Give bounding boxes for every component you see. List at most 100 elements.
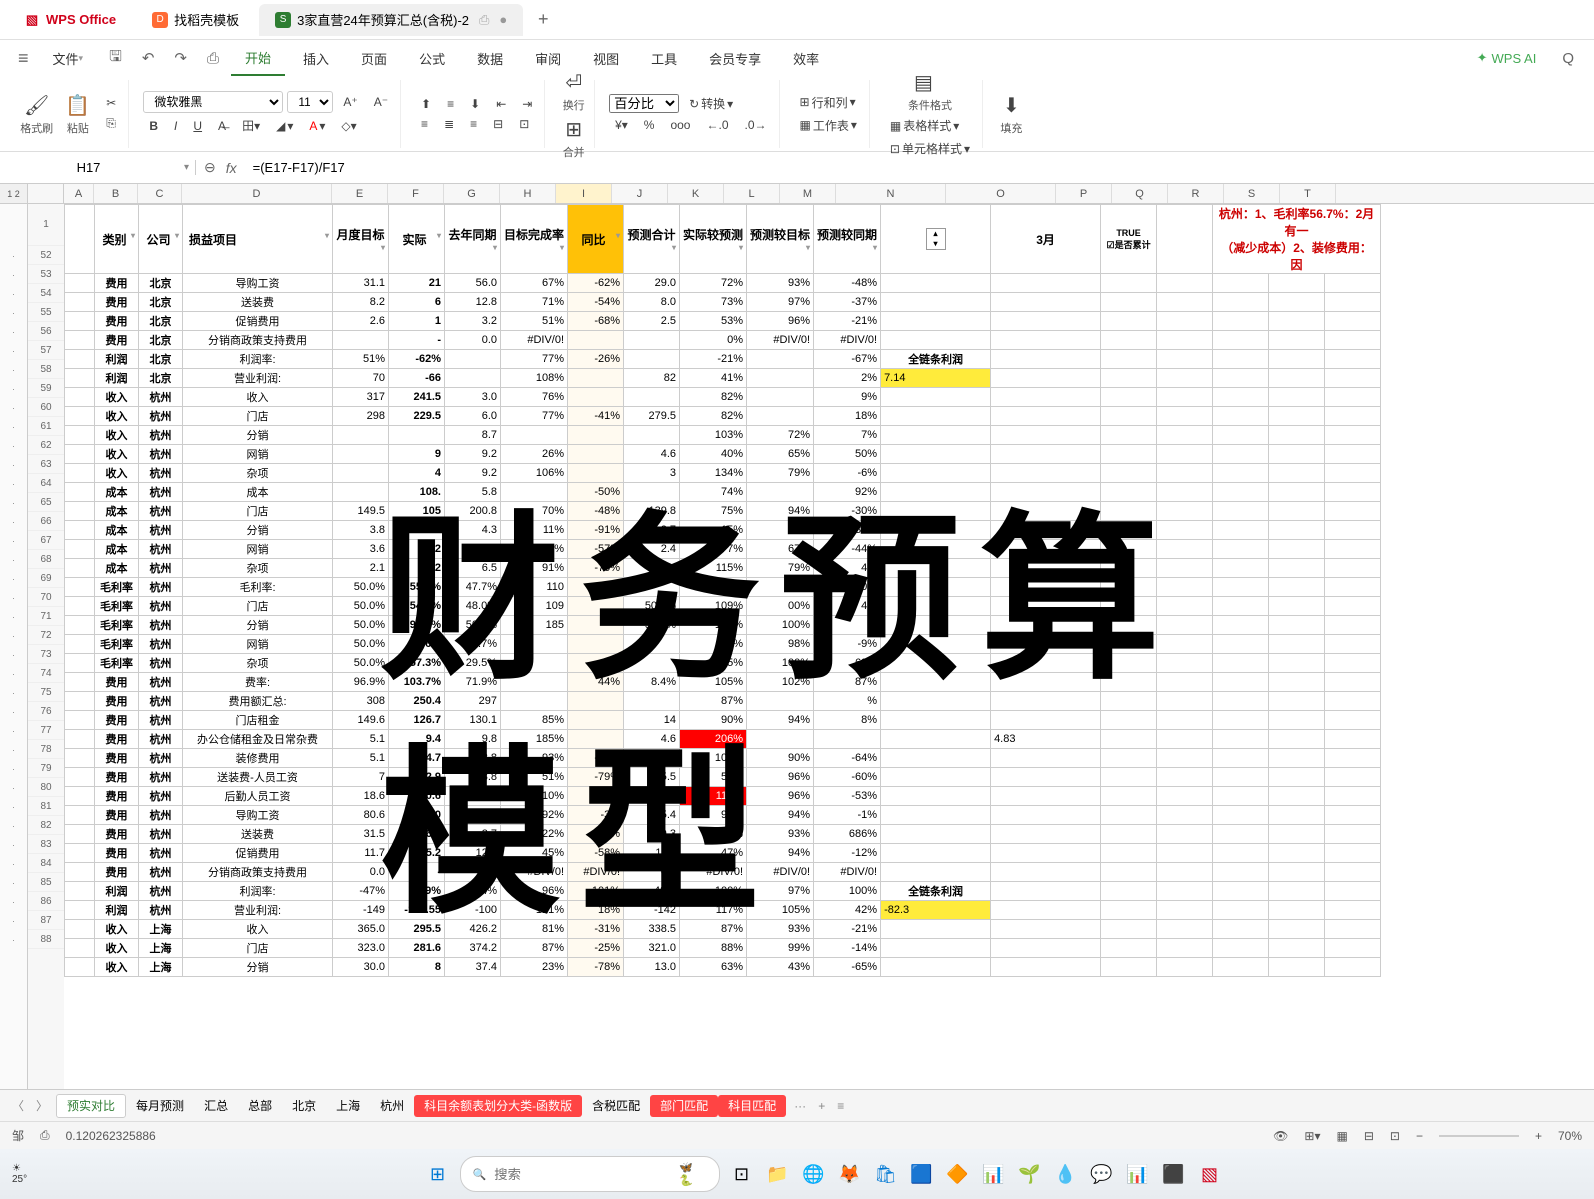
cell[interactable]: 18% <box>568 901 624 920</box>
new-tab-button[interactable]: + <box>527 4 559 36</box>
col-F[interactable]: F <box>388 184 444 203</box>
cell[interactable] <box>881 464 991 483</box>
cell[interactable]: 37.4 <box>445 958 501 977</box>
cell[interactable]: 18.6 <box>333 787 389 806</box>
cell[interactable] <box>881 616 991 635</box>
dec-dec-button[interactable]: .0→ <box>739 116 773 134</box>
cell[interactable]: 杭州 <box>139 483 183 502</box>
cell[interactable]: 4.6 <box>624 749 680 768</box>
cell[interactable]: -79% <box>568 768 624 787</box>
cell[interactable]: 12.8 <box>445 749 501 768</box>
cell[interactable]: 48.0% <box>445 597 501 616</box>
currency-button[interactable]: ¥▾ <box>609 116 634 134</box>
cell[interactable]: -1% <box>814 806 881 825</box>
menu-formula[interactable]: 公式 <box>405 40 459 76</box>
cell[interactable]: 97% <box>747 882 814 901</box>
cell[interactable] <box>991 901 1101 920</box>
store-icon[interactable]: 🛍 <box>872 1160 900 1188</box>
cell[interactable]: 费用 <box>95 692 139 711</box>
cell[interactable] <box>991 806 1101 825</box>
cell[interactable]: -30% <box>814 502 881 521</box>
cell[interactable]: 1 <box>389 312 445 331</box>
cell[interactable]: 上海 <box>139 939 183 958</box>
col-I[interactable]: I <box>556 184 612 203</box>
sheet-tab[interactable]: 上海 <box>326 1095 370 1117</box>
cell[interactable] <box>445 350 501 369</box>
cell[interactable]: -66 <box>389 369 445 388</box>
cell[interactable] <box>881 673 991 692</box>
cell[interactable]: 115% <box>680 787 747 806</box>
cell[interactable]: 杭州 <box>139 502 183 521</box>
cell[interactable] <box>991 483 1101 502</box>
taskbar-search[interactable]: 🔍 🦋🐍 <box>460 1156 720 1192</box>
cell[interactable]: 126.7 <box>389 711 445 730</box>
cell[interactable]: 费用 <box>95 331 139 350</box>
cell[interactable] <box>624 559 680 578</box>
font-shrink-button[interactable]: A⁻ <box>368 93 394 111</box>
cell[interactable] <box>747 388 814 407</box>
cell[interactable]: -6% <box>814 464 881 483</box>
cell[interactable]: 收入 <box>183 388 333 407</box>
cell[interactable]: -21% <box>814 312 881 331</box>
tab-nav-next[interactable]: 〉 <box>32 1097 52 1114</box>
cell[interactable]: #DIV/0! <box>501 331 568 350</box>
cell[interactable] <box>881 540 991 559</box>
cell[interactable]: 121% <box>501 901 568 920</box>
cell[interactable]: 费用 <box>95 274 139 293</box>
cell[interactable]: #DIV/0! <box>814 331 881 350</box>
cell[interactable]: 50.0% <box>333 616 389 635</box>
cell[interactable]: 4.6 <box>624 445 680 464</box>
cell[interactable]: 110% <box>501 787 568 806</box>
cell[interactable]: -3% <box>568 806 624 825</box>
cell[interactable]: 杭州 <box>139 521 183 540</box>
cell[interactable]: 185% <box>680 616 747 635</box>
cell[interactable]: 77% <box>501 407 568 426</box>
cell[interactable] <box>624 578 680 597</box>
cell[interactable]: 10% <box>680 578 747 597</box>
cell[interactable]: -62% <box>568 274 624 293</box>
cell[interactable]: 杭州 <box>139 901 183 920</box>
col-M[interactable]: M <box>780 184 836 203</box>
cell[interactable]: 279.5 <box>624 407 680 426</box>
filter-icon[interactable]: ▾ <box>175 231 179 240</box>
cell[interactable]: 72% <box>680 274 747 293</box>
cell[interactable] <box>991 749 1101 768</box>
cell[interactable]: 365.0 <box>333 920 389 939</box>
cell[interactable] <box>881 711 991 730</box>
cell[interactable]: 74.0 <box>389 806 445 825</box>
cell[interactable]: 成本 <box>95 559 139 578</box>
font-size-select[interactable]: 11 <box>287 91 333 113</box>
cell[interactable] <box>568 597 624 616</box>
tabs-more[interactable]: ··· <box>790 1099 810 1113</box>
cell[interactable]: 29.5% <box>445 654 501 673</box>
cell[interactable] <box>881 787 991 806</box>
cell[interactable]: 38.4 <box>445 787 501 806</box>
cell[interactable] <box>881 274 991 293</box>
cell[interactable] <box>881 635 991 654</box>
cell[interactable]: -91% <box>568 521 624 540</box>
cell[interactable]: 利润 <box>95 350 139 369</box>
file-menu[interactable]: 文件 ▾ <box>39 40 98 76</box>
cell[interactable] <box>991 673 1101 692</box>
cell[interactable]: -58% <box>568 844 624 863</box>
cell[interactable]: 杭州 <box>139 597 183 616</box>
cell[interactable] <box>991 692 1101 711</box>
cell[interactable]: 41% <box>680 369 747 388</box>
zoom-slider[interactable] <box>1439 1135 1519 1137</box>
cell[interactable]: 0.0 <box>624 863 680 882</box>
cell[interactable] <box>881 559 991 578</box>
cell[interactable]: 费用 <box>95 787 139 806</box>
cell[interactable]: 北京 <box>139 293 183 312</box>
cell[interactable]: 12.5 <box>445 844 501 863</box>
cell[interactable]: 杭州 <box>139 445 183 464</box>
cell[interactable]: 导购工资 <box>183 274 333 293</box>
cell[interactable]: 费用额汇总: <box>183 692 333 711</box>
cell[interactable] <box>333 331 389 350</box>
cell[interactable]: 收入 <box>95 920 139 939</box>
cell[interactable]: 杭州 <box>139 673 183 692</box>
sheet-tab[interactable]: 北京 <box>282 1095 326 1117</box>
cell[interactable]: 北京 <box>139 350 183 369</box>
cell[interactable] <box>747 730 814 749</box>
cell[interactable]: 3% <box>680 635 747 654</box>
cell[interactable]: 29.3 <box>624 825 680 844</box>
